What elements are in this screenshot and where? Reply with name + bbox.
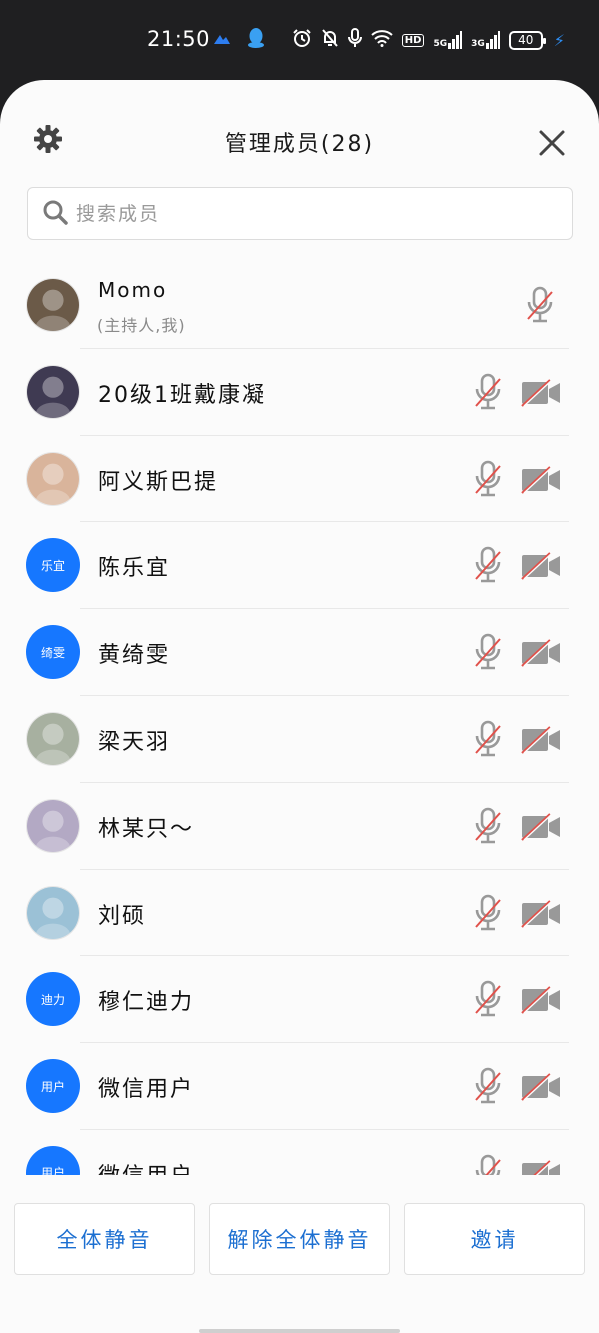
- signal-5g-icon: 5G: [433, 31, 463, 49]
- avatar: 迪力: [26, 972, 80, 1027]
- camera-off-icon[interactable]: [520, 552, 562, 581]
- avatar: 绮雯: [26, 625, 80, 680]
- member-row[interactable]: 用户微信用户: [0, 1043, 599, 1130]
- avatar: [26, 798, 80, 853]
- status-bar: 21:50 HD 5G 3G 40 ⚡: [0, 0, 599, 80]
- sheet-title: 管理成员(28): [224, 132, 375, 157]
- member-row[interactable]: 迪力 穆仁迪力: [0, 956, 599, 1044]
- member-row[interactable]: 刘硕: [0, 870, 599, 957]
- mic-muted-icon[interactable]: [472, 894, 504, 932]
- mic-muted-icon[interactable]: [472, 720, 504, 758]
- mic-muted-icon[interactable]: [472, 807, 504, 845]
- camera-off-icon[interactable]: [520, 639, 562, 667]
- charging-bolt-icon: ⚡: [553, 30, 565, 50]
- member-name: 林某只～: [98, 816, 195, 842]
- member-row[interactable]: 梁天羽: [0, 696, 599, 783]
- member-role: (主持人,我): [97, 316, 186, 335]
- member-name: 梁天羽: [98, 729, 171, 755]
- member-name: Momo: [98, 278, 168, 302]
- avatar: [26, 885, 80, 940]
- avatar: [26, 364, 80, 419]
- avatar: [26, 451, 80, 506]
- camera-off-icon[interactable]: [520, 899, 562, 928]
- member-row[interactable]: 乐宜 陈乐宜: [0, 522, 599, 610]
- member-name: 黄绮雯: [98, 643, 171, 669]
- mic-muted-icon[interactable]: [472, 1067, 504, 1105]
- alarm-icon: [292, 28, 312, 52]
- member-name: 微信用户: [98, 1077, 195, 1103]
- mic-muted-icon[interactable]: [472, 373, 504, 411]
- camera-off-icon[interactable]: [520, 986, 562, 1015]
- camera-off-icon[interactable]: [520, 378, 562, 407]
- sheet-header: 管理成员(28): [0, 80, 599, 190]
- avatar: 乐宜: [26, 538, 80, 593]
- status-app-icons: [212, 27, 266, 53]
- member-row[interactable]: 用户 微信用户: [0, 1130, 599, 1175]
- camera-off-icon[interactable]: [520, 812, 562, 841]
- hd-badge: HD: [401, 33, 425, 47]
- member-name: 陈乐宜: [98, 556, 171, 582]
- camera-off-icon[interactable]: [520, 1160, 562, 1175]
- unmute-all-button[interactable]: 解除全体静音: [209, 1203, 390, 1275]
- search-input[interactable]: [76, 202, 536, 225]
- member-row[interactable]: Momo (主持人,我): [0, 262, 599, 349]
- member-name: 微信用户: [98, 1158, 194, 1175]
- mic-muted-icon[interactable]: [524, 286, 556, 324]
- qq-penguin-icon: [246, 27, 266, 53]
- bell-mute-icon: [321, 28, 339, 52]
- member-name: 20级1班戴康凝: [98, 382, 266, 408]
- signal-3g-icon: 3G: [471, 31, 500, 49]
- mute-all-button[interactable]: 全体静音: [14, 1203, 195, 1275]
- search-icon: [42, 199, 68, 229]
- mic-muted-icon[interactable]: [472, 460, 504, 498]
- avatar: 用户: [26, 1145, 80, 1175]
- manage-members-sheet: 管理成员(28) Momo (主持人,我) 20级1班戴康凝: [0, 80, 599, 1333]
- footer-actions: 全体静音 解除全体静音 邀请: [0, 1175, 599, 1333]
- avatar: [26, 278, 80, 332]
- battery-indicator: 40: [508, 30, 546, 50]
- home-indicator[interactable]: [199, 1329, 400, 1333]
- mic-muted-icon[interactable]: [472, 633, 504, 671]
- invite-button[interactable]: 邀请: [404, 1203, 585, 1275]
- camera-off-icon[interactable]: [520, 1073, 562, 1101]
- mic-muted-icon[interactable]: [472, 546, 504, 584]
- microphone-status-icon: [347, 28, 362, 52]
- mic-muted-icon[interactable]: [472, 980, 504, 1018]
- close-icon[interactable]: [538, 129, 566, 157]
- member-name: 刘硕: [98, 903, 147, 929]
- wifi-icon: [371, 29, 393, 51]
- avatar: [26, 711, 80, 766]
- member-row[interactable]: 绮雯 黄绮雯: [0, 609, 599, 696]
- camera-off-icon[interactable]: [520, 726, 562, 754]
- mic-muted-icon[interactable]: [472, 1154, 504, 1175]
- member-row[interactable]: 20级1班戴康凝: [0, 349, 599, 436]
- camera-off-icon[interactable]: [520, 465, 562, 494]
- member-row[interactable]: 阿义斯巴提: [0, 436, 599, 523]
- avatar: 用户: [26, 1059, 80, 1114]
- status-system-icons: HD 5G 3G 40 ⚡: [292, 28, 565, 52]
- search-box[interactable]: [27, 187, 573, 240]
- member-row[interactable]: 林某只～: [0, 783, 599, 870]
- cloud-app-icon: [212, 31, 232, 50]
- member-list: Momo (主持人,我) 20级1班戴康凝 阿义斯巴提 乐宜 陈乐宜 绮雯 黄绮…: [0, 262, 599, 1175]
- member-name: 穆仁迪力: [98, 990, 195, 1016]
- status-time: 21:50: [147, 27, 211, 51]
- member-name: 阿义斯巴提: [98, 469, 219, 495]
